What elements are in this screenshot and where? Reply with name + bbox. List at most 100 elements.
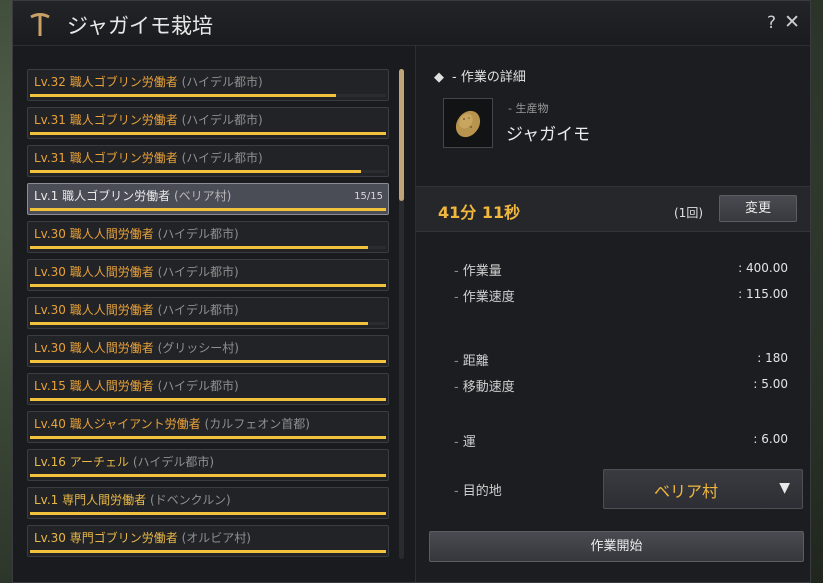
- stat-label: - 作業速度: [454, 290, 515, 305]
- scrollbar-thumb[interactable]: [399, 69, 404, 201]
- details-title: ◆ - 作業の詳細: [434, 66, 526, 85]
- destination-value: ベリア村: [653, 482, 718, 501]
- work-window: ジャガイモ栽培 ? ✕ Lv.32 職人ゴブリン労働者 (ハイデル都市) Lv.3…: [12, 0, 811, 583]
- stamina-bar: [30, 94, 386, 97]
- worker-level-name: Lv.32 職人ゴブリン労働者: [34, 75, 178, 89]
- worker-item[interactable]: Lv.31 職人ゴブリン労働者 (ハイデル都市): [27, 107, 389, 139]
- worker-item[interactable]: Lv.30 職人人間労働者 (グリッシー村): [27, 335, 389, 367]
- product-category: - 生産物: [508, 102, 549, 115]
- stamina-bar-fill: [30, 284, 386, 287]
- stamina-bar-fill: [30, 94, 337, 97]
- change-button[interactable]: 変更: [719, 195, 797, 222]
- worker-name: Lv.30 職人人間労働者 (ハイデル都市): [34, 301, 239, 318]
- worker-item[interactable]: Lv.30 職人人間労働者 (ハイデル都市): [27, 259, 389, 291]
- worker-item[interactable]: Lv.30 専門ゴブリン労働者 (オルビア村): [27, 525, 389, 557]
- worker-item[interactable]: Lv.31 職人ゴブリン労働者 (ハイデル都市): [27, 145, 389, 177]
- worker-location: (ドベンクルン): [149, 493, 231, 507]
- stamina-bar-fill: [30, 360, 386, 363]
- stamina-bar-fill: [30, 246, 369, 249]
- potato-icon: [455, 110, 481, 138]
- window-title: ジャガイモ栽培: [67, 14, 213, 38]
- stamina-bar-fill: [30, 474, 386, 477]
- worker-level-name: Lv.31 職人ゴブリン労働者: [34, 151, 178, 165]
- worker-name: Lv.1 専門人間労働者 (ドベンクルン): [34, 491, 231, 508]
- stamina-bar-fill: [30, 208, 386, 211]
- worker-location: (ハイデル都市): [157, 379, 239, 393]
- worker-item[interactable]: Lv.16 アーチェル (ハイデル都市): [27, 449, 389, 481]
- stat-label: - 距離: [454, 354, 489, 369]
- worker-location: (ハイデル都市): [181, 113, 263, 127]
- title-bar[interactable]: ジャガイモ栽培 ? ✕: [13, 1, 810, 46]
- start-work-button[interactable]: 作業開始: [429, 531, 804, 562]
- worker-location: (ハイデル都市): [157, 227, 239, 241]
- stamina-bar: [30, 208, 386, 211]
- work-time: 41分 11秒: [438, 203, 521, 222]
- stat-value: : 6.00: [753, 432, 788, 446]
- stamina-bar-fill: [30, 170, 362, 173]
- stamina-bar: [30, 170, 386, 173]
- work-count: (1回): [674, 206, 703, 220]
- stamina-bar: [30, 474, 386, 477]
- stamina-bar: [30, 436, 386, 439]
- worker-location: (ハイデル都市): [181, 75, 263, 89]
- worker-location: (ハイデル都市): [132, 455, 214, 469]
- worker-location: (ハイデル都市): [157, 265, 239, 279]
- product-slot[interactable]: [443, 98, 493, 148]
- stamina-bar-fill: [30, 322, 369, 325]
- worker-name: Lv.15 職人人間労働者 (ハイデル都市): [34, 377, 239, 394]
- worker-name: Lv.1 職人ゴブリン労働者 (ベリア村): [34, 187, 231, 204]
- worker-name: Lv.30 職人人間労働者 (グリッシー村): [34, 339, 239, 356]
- worker-location: (ハイデル都市): [181, 151, 263, 165]
- stat-value: : 400.00: [738, 261, 788, 275]
- stamina-bar: [30, 398, 386, 401]
- worker-location: (ベリア村): [173, 189, 232, 203]
- worker-item[interactable]: Lv.30 職人人間労働者 (ハイデル都市): [27, 221, 389, 253]
- diamond-bullet-icon: ◆: [434, 70, 444, 85]
- worker-level-name: Lv.30 職人人間労働者: [34, 265, 154, 279]
- stat-label: - 移動速度: [454, 380, 515, 395]
- product-name: ジャガイモ: [506, 125, 591, 145]
- destination-label: - 目的地: [454, 484, 502, 499]
- worker-name: Lv.32 職人ゴブリン労働者 (ハイデル都市): [34, 73, 263, 90]
- stamina-bar: [30, 132, 386, 135]
- stamina-bar: [30, 284, 386, 287]
- worker-name: Lv.30 専門ゴブリン労働者 (オルビア村): [34, 529, 251, 546]
- worker-name: Lv.16 アーチェル (ハイデル都市): [34, 453, 214, 470]
- worker-stamina-text: 15/15: [354, 191, 383, 202]
- stamina-bar: [30, 512, 386, 515]
- worker-name: Lv.31 職人ゴブリン労働者 (ハイデル都市): [34, 111, 263, 128]
- close-button[interactable]: ✕: [784, 11, 800, 33]
- stat-label: -運: [454, 435, 476, 450]
- stat-value: : 180: [757, 351, 788, 365]
- stamina-bar-fill: [30, 512, 386, 515]
- worker-level-name: Lv.30 職人人間労働者: [34, 227, 154, 241]
- worker-location: (オルビア村): [181, 531, 251, 545]
- destination-select[interactable]: ベリア村 ▼: [603, 469, 803, 509]
- worker-item[interactable]: Lv.32 職人ゴブリン労働者 (ハイデル都市): [27, 69, 389, 101]
- pickaxe-icon: [30, 13, 50, 36]
- worker-level-name: Lv.30 専門ゴブリン労働者: [34, 531, 178, 545]
- dropdown-arrow-icon: ▼: [779, 480, 790, 496]
- details-title-label: - 作業の詳細: [452, 70, 526, 85]
- worker-item[interactable]: Lv.1 職人ゴブリン労働者 (ベリア村) 15/15: [27, 183, 389, 215]
- worker-list-scrollbar[interactable]: [399, 69, 404, 559]
- worker-level-name: Lv.15 職人人間労働者: [34, 379, 154, 393]
- worker-level-name: Lv.30 職人人間労働者: [34, 341, 154, 355]
- worker-item[interactable]: Lv.40 職人ジャイアント労働者 (カルフェオン首都): [27, 411, 389, 443]
- worker-item[interactable]: Lv.1 専門人間労働者 (ドベンクルン): [27, 487, 389, 519]
- worker-level-name: Lv.16 アーチェル: [34, 455, 130, 469]
- worker-level-name: Lv.40 職人ジャイアント労働者: [34, 417, 201, 431]
- worker-name: Lv.31 職人ゴブリン労働者 (ハイデル都市): [34, 149, 263, 166]
- worker-name: Lv.30 職人人間労働者 (ハイデル都市): [34, 263, 239, 280]
- help-button[interactable]: ?: [767, 13, 776, 33]
- stamina-bar-fill: [30, 132, 386, 135]
- worker-item[interactable]: Lv.30 職人人間労働者 (ハイデル都市): [27, 297, 389, 329]
- stamina-bar: [30, 322, 386, 325]
- worker-panel: Lv.32 職人ゴブリン労働者 (ハイデル都市) Lv.31 職人ゴブリン労働者 …: [13, 46, 415, 582]
- worker-item[interactable]: Lv.15 職人人間労働者 (ハイデル都市): [27, 373, 389, 405]
- worker-location: (ハイデル都市): [157, 303, 239, 317]
- worker-location: (カルフェオン首都): [204, 417, 310, 431]
- worker-name: Lv.30 職人人間労働者 (ハイデル都市): [34, 225, 239, 242]
- stat-value: : 115.00: [738, 287, 788, 301]
- stamina-bar: [30, 360, 386, 363]
